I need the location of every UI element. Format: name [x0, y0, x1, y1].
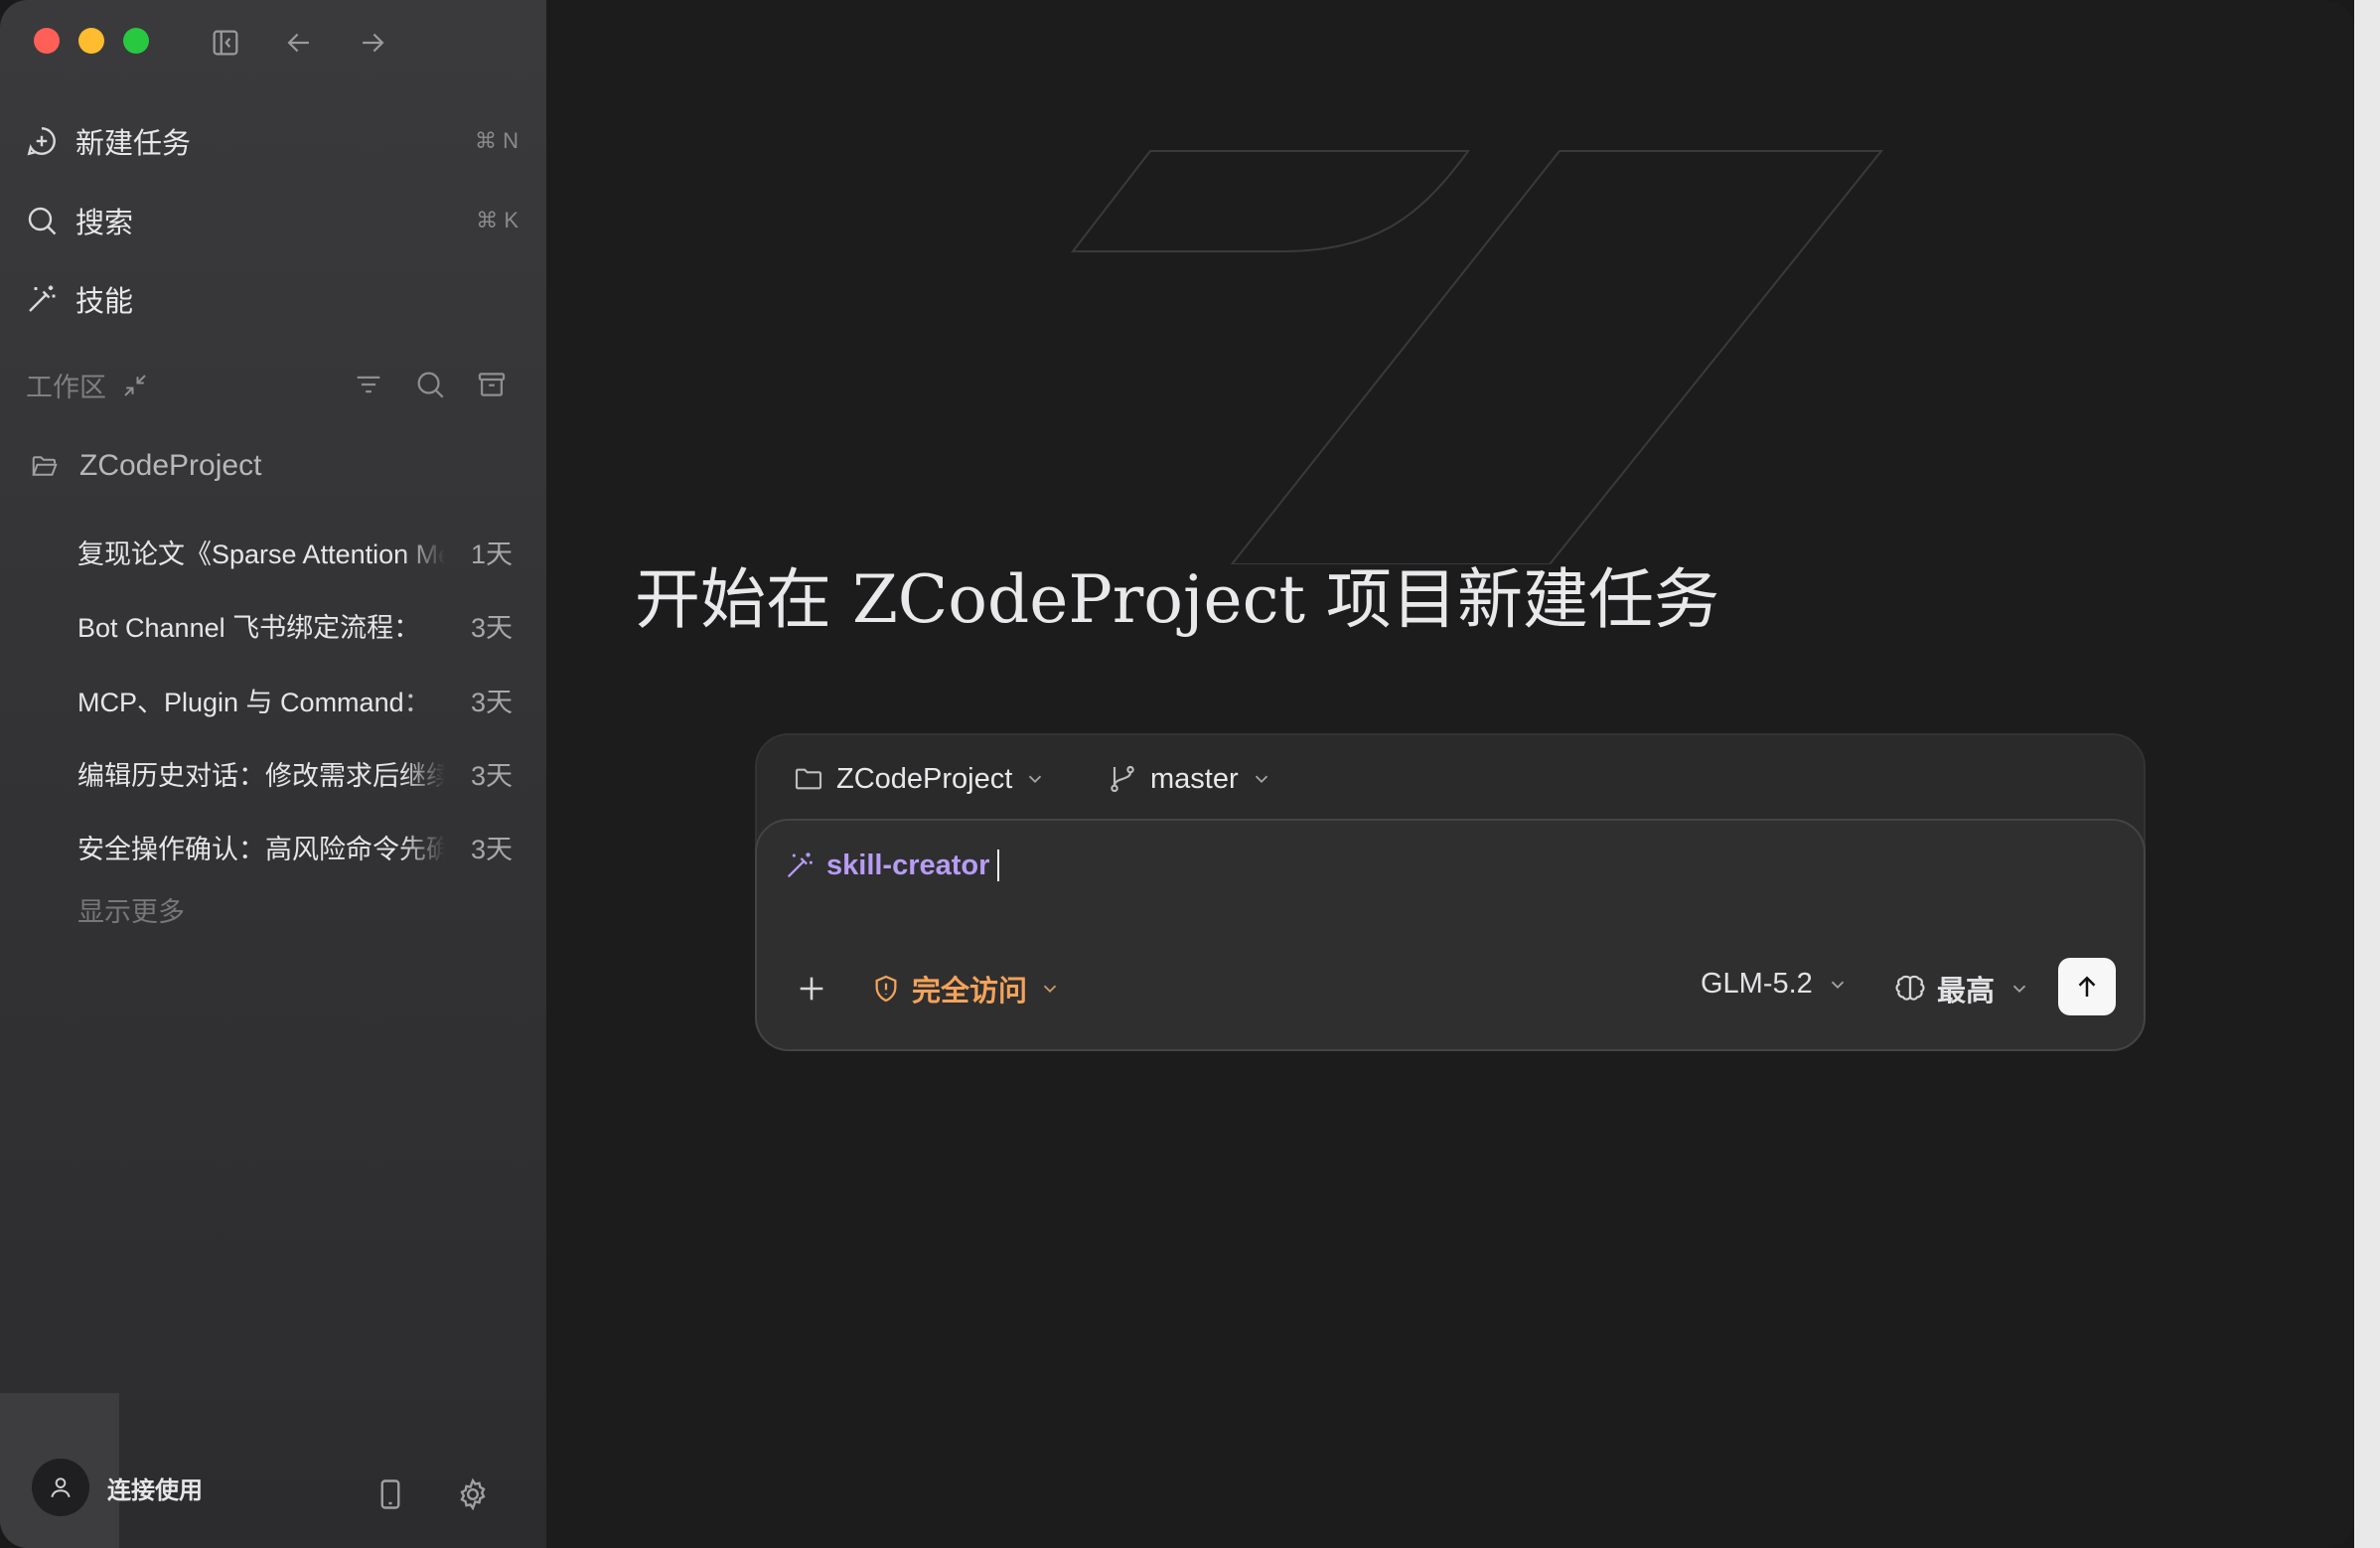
- branch-selector-label: master: [1150, 762, 1239, 795]
- task-item[interactable]: 编辑历史对话：修改需求后继续 3天: [77, 748, 515, 798]
- archive-icon[interactable]: [475, 368, 509, 401]
- app-window: 新建任务 ⌘ N 搜索 ⌘ K 技能 工作区 ZCodeProject 复现论文…: [0, 0, 2354, 1548]
- git-branch-icon: [1111, 765, 1134, 793]
- model-selector[interactable]: GLM-5.2: [1701, 968, 1849, 1001]
- chevron-down-icon: [1029, 775, 1042, 784]
- task-title: 安全操作确认：高风险命令先确认: [77, 834, 445, 864]
- task-age: 3天: [470, 760, 513, 791]
- skills-button[interactable]: 技能: [24, 271, 521, 327]
- sidebar: 新建任务 ⌘ N 搜索 ⌘ K 技能 工作区 ZCodeProject 复现论文…: [0, 0, 546, 1548]
- task-title: MCP、Plugin 与 Command：: [77, 687, 431, 717]
- chevron-down-icon: [2012, 985, 2026, 994]
- model-label: GLM-5.2: [1701, 968, 1813, 1000]
- collapse-icon[interactable]: [120, 371, 150, 400]
- magic-wand-icon: [29, 285, 56, 312]
- window-controls: [34, 28, 149, 54]
- project-selector-label: ZCodeProject: [836, 762, 1013, 795]
- chevron-down-icon: [1255, 775, 1267, 784]
- task-title: 编辑历史对话：修改需求后继续: [77, 760, 445, 791]
- user-icon: [51, 1477, 71, 1498]
- task-item[interactable]: 安全操作确认：高风险命令先确认 3天: [77, 822, 515, 871]
- brain-icon: [1895, 975, 1925, 1001]
- zcode-logo-watermark: [1070, 150, 1884, 564]
- add-attachment-icon[interactable]: [795, 972, 828, 1006]
- close-window-button[interactable]: [34, 28, 60, 54]
- prompt-input[interactable]: skill-creator 完全访问 GLM-5.2 最高: [755, 819, 2146, 1051]
- chevron-down-icon: [1831, 981, 1844, 989]
- back-arrow-icon[interactable]: [282, 26, 316, 60]
- gear-icon[interactable]: [455, 1476, 491, 1512]
- task-item[interactable]: MCP、Plugin 与 Command： 3天: [77, 675, 515, 724]
- access-mode-selector[interactable]: 完全访问: [870, 968, 1061, 1009]
- search-icon: [28, 207, 57, 235]
- send-button[interactable]: [2058, 958, 2116, 1015]
- background-window-edge: [2354, 0, 2380, 1548]
- chevron-down-icon: [1043, 985, 1057, 994]
- forward-arrow-icon[interactable]: [356, 26, 389, 60]
- user-connect-label[interactable]: 连接使用: [107, 1471, 203, 1505]
- search-button[interactable]: 搜索 ⌘ K: [24, 193, 521, 248]
- workspace-search-icon[interactable]: [413, 368, 447, 401]
- new-task-icon: [27, 127, 56, 156]
- search-shortcut: ⌘ K: [476, 208, 519, 232]
- avatar[interactable]: [32, 1459, 89, 1516]
- folder-open-icon: [32, 456, 58, 476]
- thinking-level-label: 最高: [1937, 976, 1996, 1007]
- project-selector[interactable]: ZCodeProject: [793, 757, 1046, 801]
- task-age: 3天: [470, 834, 513, 864]
- access-mode-label: 完全访问: [912, 976, 1028, 1007]
- composer-panel: ZCodeProject master skill-creator 完全访问 G…: [755, 733, 2146, 1051]
- project-name: ZCodeProject: [79, 449, 262, 482]
- folder-icon: [795, 768, 822, 790]
- minimize-window-button[interactable]: [78, 28, 104, 54]
- magic-wand-icon: [787, 852, 813, 878]
- maximize-window-button[interactable]: [123, 28, 149, 54]
- workspace-header: 工作区: [26, 366, 150, 404]
- skill-tag[interactable]: skill-creator: [783, 849, 1000, 882]
- new-task-shortcut: ⌘ N: [475, 128, 519, 153]
- show-more-link[interactable]: 显示更多: [77, 890, 185, 929]
- workspace-label: 工作区: [26, 373, 106, 402]
- thinking-level-selector[interactable]: 最高: [1893, 968, 2030, 1009]
- skills-label: 技能: [75, 286, 134, 318]
- task-age: 3天: [470, 687, 513, 717]
- new-task-button[interactable]: 新建任务 ⌘ N: [24, 113, 521, 169]
- mobile-device-icon[interactable]: [372, 1476, 408, 1512]
- text-caret: [997, 850, 1000, 881]
- new-task-label: 新建任务: [75, 128, 192, 160]
- arrow-up-icon: [2078, 976, 2096, 997]
- toggle-sidebar-icon[interactable]: [209, 26, 242, 60]
- branch-selector[interactable]: master: [1107, 757, 1272, 801]
- skill-tag-label: skill-creator: [826, 849, 990, 881]
- page-title: 开始在 ZCodeProject 项目新建任务: [634, 561, 1720, 638]
- project-folder[interactable]: ZCodeProject: [30, 449, 261, 483]
- filter-icon[interactable]: [352, 368, 385, 401]
- search-label: 搜索: [75, 208, 134, 239]
- composer-context-bar: ZCodeProject master: [757, 735, 2144, 823]
- shield-alert-icon: [875, 975, 897, 1003]
